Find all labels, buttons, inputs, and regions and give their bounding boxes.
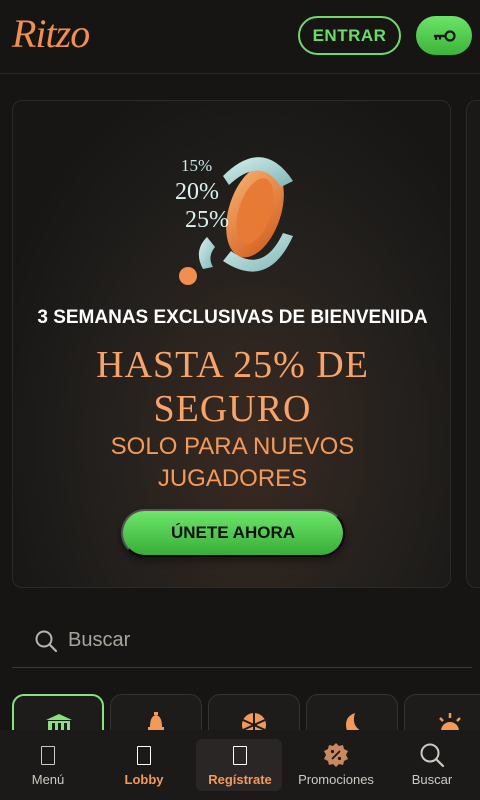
register-icon <box>233 745 247 765</box>
promo-note: SOLO PARA NUEVOS JUGADORES <box>73 431 392 495</box>
casino-building-icon <box>46 714 72 732</box>
promo-note-line-2: JUGADORES <box>157 465 308 492</box>
logo[interactable]: Ritzo <box>12 10 90 57</box>
nav-label: Buscar <box>411 772 453 787</box>
promo-title-line-2: SEGURO <box>153 388 312 430</box>
art-label-25: 25% <box>185 207 229 233</box>
cashback-coin-illustration: 15% 20% 25% <box>175 156 293 285</box>
search-icon <box>35 630 58 652</box>
promotions-icon <box>324 743 348 767</box>
sunrise-icon <box>439 713 461 731</box>
nav-label: Promociones <box>298 772 374 787</box>
bottom-navigation: Menú Lobby Regístrate Promociones Buscar <box>0 730 480 800</box>
bell-icon <box>148 712 164 730</box>
art-label-15: 15% <box>181 156 212 175</box>
next-promo-card[interactable] <box>466 100 480 588</box>
join-now-button[interactable]: ÚNETE AHORA <box>121 509 345 557</box>
nav-item-promotions[interactable]: Promociones <box>288 730 384 800</box>
nav-item-menu[interactable]: Menú <box>0 730 96 800</box>
nav-label: Regístrate <box>208 772 272 787</box>
register-key-button[interactable] <box>416 16 472 55</box>
search-input[interactable] <box>68 629 428 652</box>
promo-title: HASTA 25% DE SEGURO <box>13 343 450 431</box>
promo-note-line-1: SOLO PARA NUEVOS <box>110 433 355 460</box>
promo-subtitle: 3 SEMANAS EXCLUSIVAS DE BIENVENIDA <box>37 307 428 328</box>
login-button[interactable]: ENTRAR <box>298 16 401 55</box>
nav-label: Menú <box>31 772 65 787</box>
nav-label: Lobby <box>124 772 164 787</box>
search-bar[interactable] <box>12 614 472 668</box>
moon-icon <box>346 713 361 731</box>
lobby-icon <box>137 745 151 765</box>
header: Ritzo ENTRAR <box>0 0 480 74</box>
search-icon <box>420 743 445 768</box>
key-icon <box>434 29 456 42</box>
nav-item-register[interactable]: Regístrate <box>192 730 288 800</box>
promo-banner[interactable]: 15% 20% 25% 3 SEMANAS EXCLUSIVAS DE BIEN… <box>12 100 451 588</box>
promo-title-line-1: HASTA 25% DE <box>96 344 369 386</box>
wheel-icon <box>242 713 266 731</box>
nav-item-search[interactable]: Buscar <box>384 730 480 800</box>
menu-icon <box>41 745 55 765</box>
nav-item-lobby[interactable]: Lobby <box>96 730 192 800</box>
art-label-20: 20% <box>175 179 219 205</box>
